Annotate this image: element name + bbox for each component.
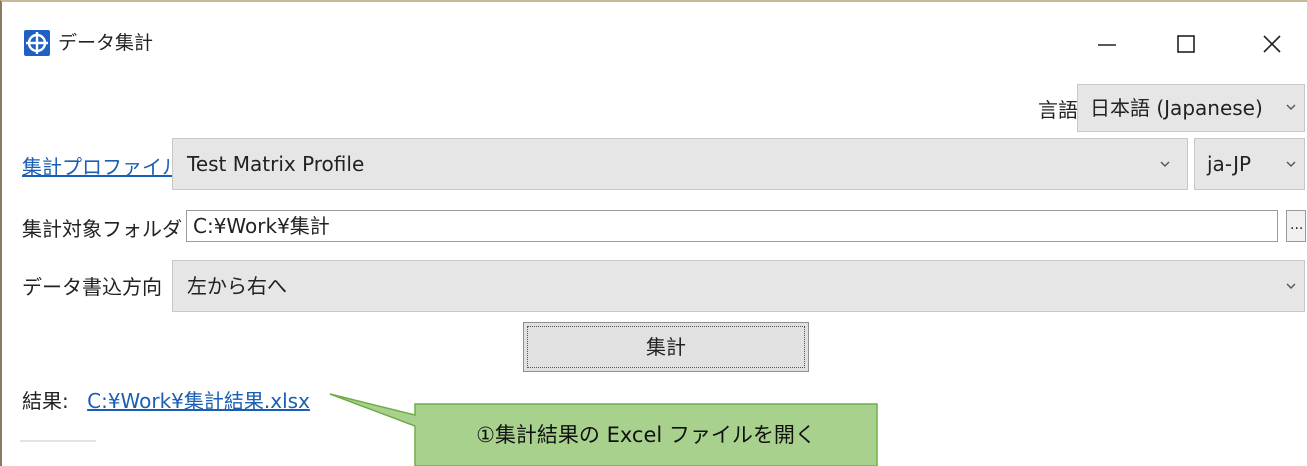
callout-text: ①集計結果の Excel ファイルを開く: [476, 423, 816, 447]
callout-shape: [329, 393, 878, 466]
